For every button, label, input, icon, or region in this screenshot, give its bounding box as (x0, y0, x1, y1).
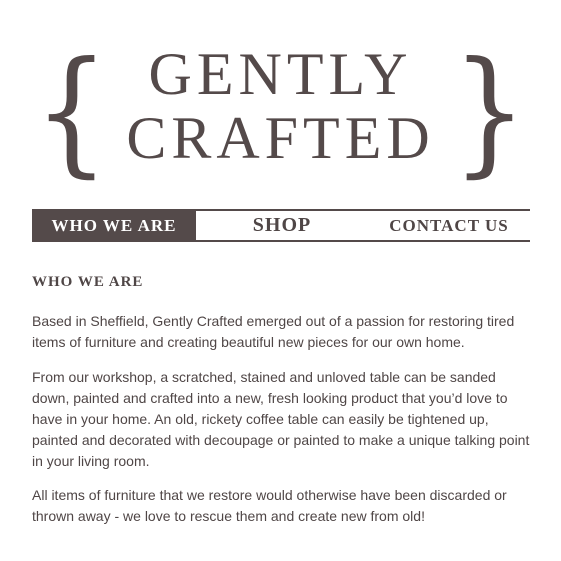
nav-item-shop[interactable]: SHOP (196, 211, 368, 240)
main-navigation: WHO WE ARE SHOP CONTACT US (32, 209, 530, 242)
right-brace-ornament: } (451, 31, 527, 191)
section-heading: WHO WE ARE (32, 274, 144, 290)
site-logo[interactable]: { GENTLY CRAFTED } (0, 31, 561, 191)
nav-item-contact-us[interactable]: CONTACT US (368, 211, 530, 240)
nav-item-who-we-are[interactable]: WHO WE ARE (32, 211, 196, 240)
workshop-paragraph: From our workshop, a scratched, stained … (32, 369, 530, 469)
intro-paragraph: Based in Sheffield, Gently Crafted emerg… (32, 313, 515, 350)
rescue-paragraph: All items of furniture that we restore w… (32, 487, 507, 524)
